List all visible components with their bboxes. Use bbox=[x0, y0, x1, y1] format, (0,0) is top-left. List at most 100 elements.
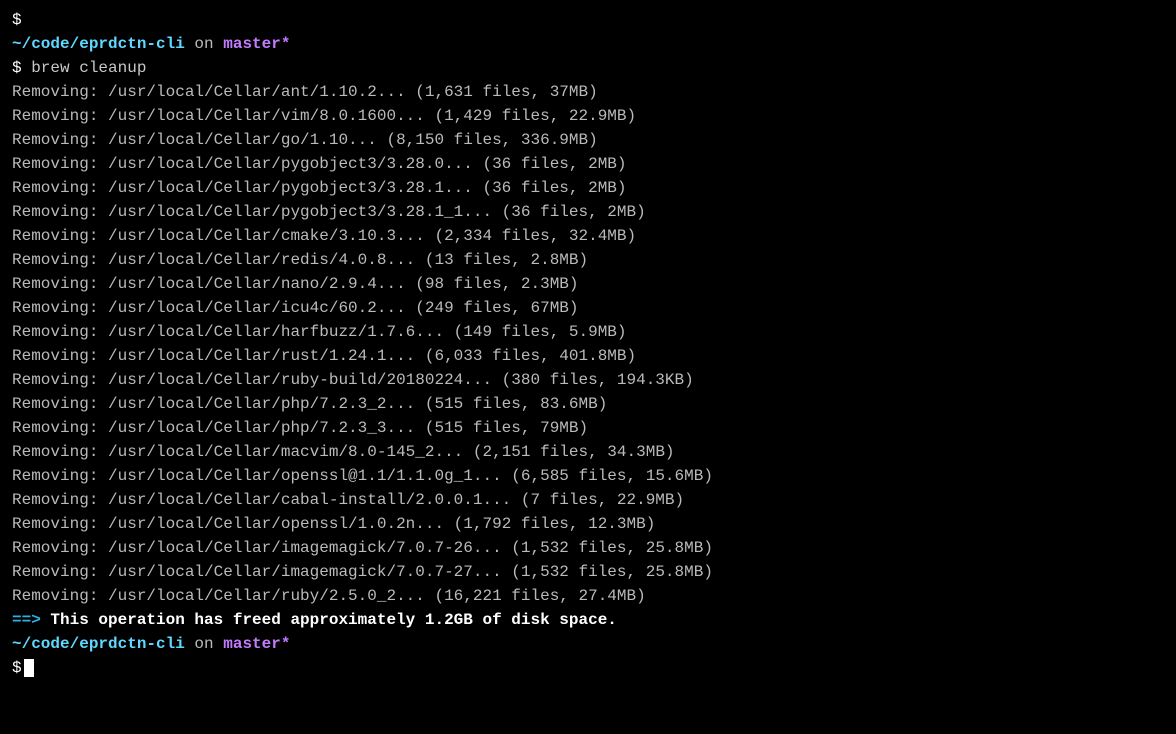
removal-stats: (2,151 files, 34.3MB) bbox=[463, 443, 674, 461]
removal-path: /usr/local/Cellar/ruby-build/20180224... bbox=[108, 371, 492, 389]
removing-label: Removing: bbox=[12, 299, 108, 317]
prompt-dollar: $ bbox=[12, 659, 22, 677]
removing-label: Removing: bbox=[12, 419, 108, 437]
removal-path: /usr/local/Cellar/vim/8.0.1600... bbox=[108, 107, 425, 125]
arrow-icon: ==> bbox=[12, 611, 50, 629]
removal-stats: (13 files, 2.8MB) bbox=[415, 251, 588, 269]
removing-label: Removing: bbox=[12, 203, 108, 221]
removal-line: Removing: /usr/local/Cellar/harfbuzz/1.7… bbox=[12, 320, 1164, 344]
cursor bbox=[24, 659, 34, 677]
removal-line: Removing: /usr/local/Cellar/pygobject3/3… bbox=[12, 200, 1164, 224]
removal-path: /usr/local/Cellar/openssl@1.1/1.1.0g_1..… bbox=[108, 467, 502, 485]
removing-label: Removing: bbox=[12, 371, 108, 389]
removal-line: Removing: /usr/local/Cellar/redis/4.0.8.… bbox=[12, 248, 1164, 272]
removal-stats: (98 files, 2.3MB) bbox=[406, 275, 579, 293]
removal-stats: (16,221 files, 27.4MB) bbox=[425, 587, 646, 605]
removal-stats: (380 files, 194.3KB) bbox=[492, 371, 694, 389]
removing-label: Removing: bbox=[12, 179, 108, 197]
removal-line: Removing: /usr/local/Cellar/ant/1.10.2..… bbox=[12, 80, 1164, 104]
removing-label: Removing: bbox=[12, 131, 108, 149]
removal-line: Removing: /usr/local/Cellar/cmake/3.10.3… bbox=[12, 224, 1164, 248]
git-branch: master bbox=[223, 635, 281, 653]
prompt-cwd-line: ~/code/eprdctn-cli on master* bbox=[12, 32, 1164, 56]
removal-stats: (515 files, 79MB) bbox=[415, 419, 588, 437]
removing-label: Removing: bbox=[12, 251, 108, 269]
removal-path: /usr/local/Cellar/go/1.10... bbox=[108, 131, 377, 149]
removing-label: Removing: bbox=[12, 275, 108, 293]
removal-path: /usr/local/Cellar/imagemagick/7.0.7-26..… bbox=[108, 539, 502, 557]
removal-line: Removing: /usr/local/Cellar/go/1.10... (… bbox=[12, 128, 1164, 152]
entered-command: brew cleanup bbox=[31, 59, 146, 77]
command-line: $ brew cleanup bbox=[12, 56, 1164, 80]
prompt-line[interactable]: $ bbox=[12, 656, 1164, 680]
removal-line: Removing: /usr/local/Cellar/php/7.2.3_3.… bbox=[12, 416, 1164, 440]
removing-label: Removing: bbox=[12, 491, 108, 509]
removal-line: Removing: /usr/local/Cellar/nano/2.9.4..… bbox=[12, 272, 1164, 296]
removal-path: /usr/local/Cellar/pygobject3/3.28.0... bbox=[108, 155, 473, 173]
removing-label: Removing: bbox=[12, 515, 108, 533]
git-branch: master bbox=[223, 35, 281, 53]
removal-line: Removing: /usr/local/Cellar/php/7.2.3_2.… bbox=[12, 392, 1164, 416]
removal-path: /usr/local/Cellar/rust/1.24.1... bbox=[108, 347, 415, 365]
removal-stats: (36 files, 2MB) bbox=[492, 203, 646, 221]
removal-line: Removing: /usr/local/Cellar/imagemagick/… bbox=[12, 560, 1164, 584]
removing-label: Removing: bbox=[12, 83, 108, 101]
removal-stats: (1,532 files, 25.8MB) bbox=[502, 563, 713, 581]
removal-line: Removing: /usr/local/Cellar/openssl/1.0.… bbox=[12, 512, 1164, 536]
removal-stats: (149 files, 5.9MB) bbox=[444, 323, 626, 341]
removing-label: Removing: bbox=[12, 107, 108, 125]
removing-label: Removing: bbox=[12, 467, 108, 485]
removal-path: /usr/local/Cellar/icu4c/60.2... bbox=[108, 299, 406, 317]
removal-line: Removing: /usr/local/Cellar/ruby/2.5.0_2… bbox=[12, 584, 1164, 608]
removal-path: /usr/local/Cellar/php/7.2.3_2... bbox=[108, 395, 415, 413]
cwd: ~/code/eprdctn-cli bbox=[12, 635, 185, 653]
on-separator: on bbox=[185, 635, 223, 653]
removal-path: /usr/local/Cellar/cabal-install/2.0.0.1.… bbox=[108, 491, 511, 509]
removal-path: /usr/local/Cellar/harfbuzz/1.7.6... bbox=[108, 323, 444, 341]
removal-path: /usr/local/Cellar/imagemagick/7.0.7-27..… bbox=[108, 563, 502, 581]
git-dirty-indicator: * bbox=[281, 635, 291, 653]
removing-label: Removing: bbox=[12, 347, 108, 365]
removal-line: Removing: /usr/local/Cellar/icu4c/60.2..… bbox=[12, 296, 1164, 320]
removal-path: /usr/local/Cellar/macvim/8.0-145_2... bbox=[108, 443, 463, 461]
removal-path: /usr/local/Cellar/ant/1.10.2... bbox=[108, 83, 406, 101]
git-dirty-indicator: * bbox=[281, 35, 291, 53]
prompt-dollar: $ bbox=[12, 11, 22, 29]
removal-stats: (8,150 files, 336.9MB) bbox=[377, 131, 598, 149]
removing-label: Removing: bbox=[12, 323, 108, 341]
removal-line: Removing: /usr/local/Cellar/pygobject3/3… bbox=[12, 152, 1164, 176]
removal-line: Removing: /usr/local/Cellar/pygobject3/3… bbox=[12, 176, 1164, 200]
removal-path: /usr/local/Cellar/ruby/2.5.0_2... bbox=[108, 587, 425, 605]
removal-stats: (1,532 files, 25.8MB) bbox=[502, 539, 713, 557]
terminal-output[interactable]: $~/code/eprdctn-cli on master*$ brew cle… bbox=[12, 8, 1164, 680]
removal-stats: (1,792 files, 12.3MB) bbox=[444, 515, 655, 533]
removal-path: /usr/local/Cellar/php/7.2.3_3... bbox=[108, 419, 415, 437]
summary-line: ==> This operation has freed approximate… bbox=[12, 608, 1164, 632]
removing-label: Removing: bbox=[12, 155, 108, 173]
removal-path: /usr/local/Cellar/openssl/1.0.2n... bbox=[108, 515, 444, 533]
removal-stats: (6,585 files, 15.6MB) bbox=[502, 467, 713, 485]
removal-line: Removing: /usr/local/Cellar/rust/1.24.1.… bbox=[12, 344, 1164, 368]
removal-line: Removing: /usr/local/Cellar/ruby-build/2… bbox=[12, 368, 1164, 392]
removing-label: Removing: bbox=[12, 587, 108, 605]
removing-label: Removing: bbox=[12, 227, 108, 245]
removing-label: Removing: bbox=[12, 539, 108, 557]
removal-stats: (36 files, 2MB) bbox=[473, 179, 627, 197]
removal-path: /usr/local/Cellar/cmake/3.10.3... bbox=[108, 227, 425, 245]
removal-stats: (249 files, 67MB) bbox=[406, 299, 579, 317]
removal-stats: (6,033 files, 401.8MB) bbox=[415, 347, 636, 365]
prompt-cwd-line: ~/code/eprdctn-cli on master* bbox=[12, 632, 1164, 656]
removal-path: /usr/local/Cellar/pygobject3/3.28.1... bbox=[108, 179, 473, 197]
removal-line: Removing: /usr/local/Cellar/imagemagick/… bbox=[12, 536, 1164, 560]
prompt-dollar: $ bbox=[12, 59, 31, 77]
removal-line: Removing: /usr/local/Cellar/cabal-instal… bbox=[12, 488, 1164, 512]
removal-stats: (1,429 files, 22.9MB) bbox=[425, 107, 636, 125]
removal-path: /usr/local/Cellar/redis/4.0.8... bbox=[108, 251, 415, 269]
removal-stats: (7 files, 22.9MB) bbox=[511, 491, 684, 509]
removal-line: Removing: /usr/local/Cellar/macvim/8.0-1… bbox=[12, 440, 1164, 464]
removal-stats: (36 files, 2MB) bbox=[473, 155, 627, 173]
removal-line: Removing: /usr/local/Cellar/vim/8.0.1600… bbox=[12, 104, 1164, 128]
removal-stats: (515 files, 83.6MB) bbox=[415, 395, 607, 413]
removal-stats: (1,631 files, 37MB) bbox=[406, 83, 598, 101]
removal-stats: (2,334 files, 32.4MB) bbox=[425, 227, 636, 245]
